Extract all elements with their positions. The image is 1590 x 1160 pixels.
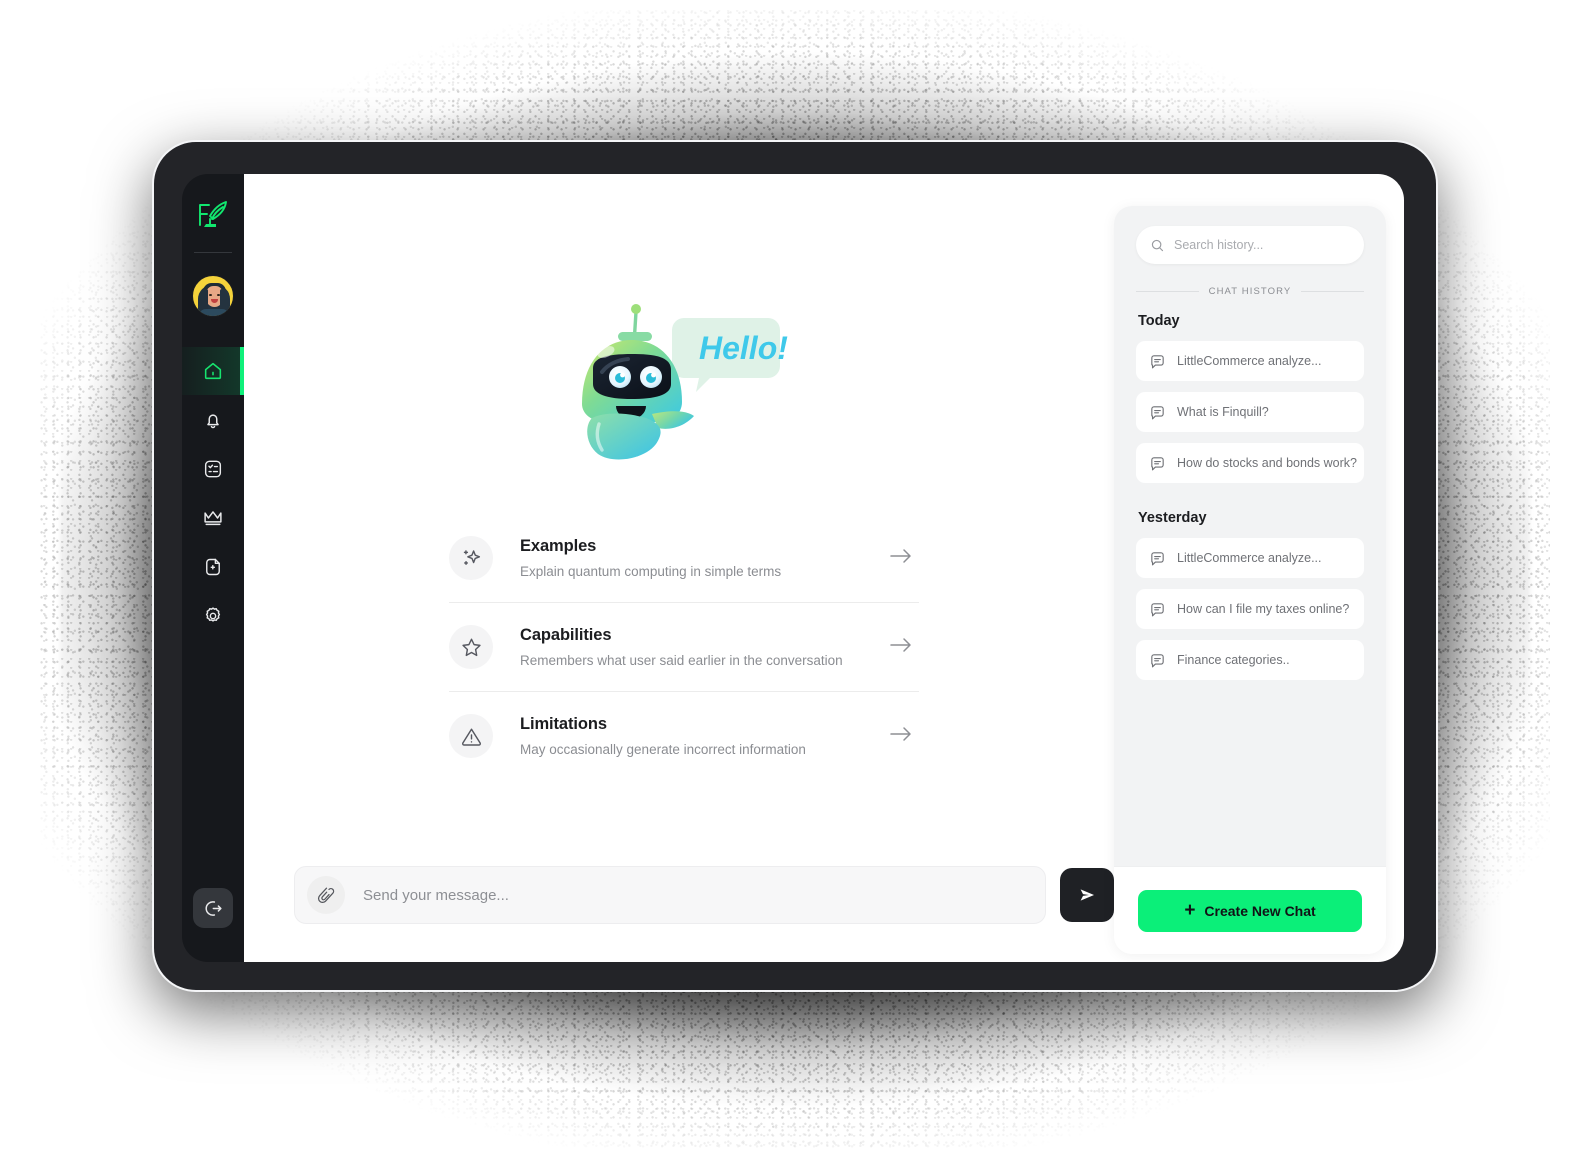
plus-icon: +	[1184, 900, 1196, 921]
divider-label: CHAT HISTORY	[1208, 286, 1292, 297]
composer-field[interactable]	[294, 866, 1046, 924]
tablet-bezel: Hello! Examples Explain quantum computin…	[152, 140, 1438, 992]
create-new-chat-button[interactable]: + Create New Chat	[1138, 889, 1362, 932]
robot-mascot: Hello!	[582, 304, 788, 460]
chat-history-divider: CHAT HISTORY	[1136, 286, 1364, 297]
paperclip-icon	[317, 887, 335, 904]
list-item-label: LittleCommerce analyze...	[1177, 551, 1322, 565]
chat-bubble-icon	[1151, 456, 1164, 470]
list-item-label: How can I file my taxes online?	[1177, 602, 1350, 616]
star-outline-icon	[461, 638, 481, 656]
list-item[interactable]: How do stocks and bonds work?	[1136, 443, 1364, 483]
card-title: Capabilities	[520, 626, 612, 644]
gear-icon	[205, 607, 221, 622]
list-item[interactable]: LittleCommerce analyze...	[1136, 341, 1364, 381]
chat-bubble-icon	[1151, 551, 1164, 565]
chat-bubble-icon	[1151, 602, 1164, 616]
card-body: Limitations May occasionally generate in…	[520, 715, 889, 757]
list-item-label: How do stocks and bonds work?	[1177, 456, 1357, 470]
list-item-label: What is Finquill?	[1177, 405, 1269, 419]
list-item[interactable]: What is Finquill?	[1136, 392, 1364, 432]
file-plus-icon	[206, 558, 220, 576]
sidebar-item-premium[interactable]	[182, 494, 244, 542]
card-title: Examples	[520, 537, 597, 555]
sparkle-icon	[463, 549, 480, 565]
arrow-right-icon	[890, 637, 911, 652]
history-footer: + Create New Chat	[1114, 866, 1386, 954]
arrow-right-icon	[890, 726, 911, 741]
chat-bubble-icon	[1151, 405, 1164, 419]
card-icon-wrapper	[449, 625, 493, 669]
chat-bubble-icon	[1151, 354, 1164, 368]
card-subtitle: Remembers what user said earlier in the …	[520, 653, 843, 668]
sidebar-item-notifications[interactable]	[182, 396, 244, 444]
chat-history-panel: CHAT HISTORY Today LittleCommerce analyz…	[1114, 206, 1386, 954]
crown-icon	[204, 511, 222, 526]
message-input[interactable]	[345, 886, 1045, 904]
card-title: Limitations	[520, 715, 607, 733]
sidebar-item-new-document[interactable]	[182, 543, 244, 591]
hero-illustration: Hello!	[566, 292, 791, 477]
card-subtitle: May occasionally generate incorrect info…	[520, 742, 806, 757]
search-history-box[interactable]	[1136, 226, 1364, 264]
chat-bubble-icon	[1151, 653, 1164, 667]
divider-line-left	[1136, 291, 1199, 292]
card-icon-wrapper	[449, 714, 493, 758]
list-item[interactable]: Finance categories..	[1136, 640, 1364, 680]
list-item-label: Finance categories..	[1177, 653, 1290, 667]
sidebar-divider	[194, 252, 232, 253]
left-sidebar	[182, 174, 244, 962]
send-button[interactable]	[1060, 868, 1114, 922]
home-icon	[204, 362, 222, 380]
sidebar-item-settings[interactable]	[182, 592, 244, 640]
search-input[interactable]	[1165, 238, 1364, 252]
warning-triangle-icon	[461, 727, 481, 746]
list-item[interactable]: LittleCommerce analyze...	[1136, 538, 1364, 578]
logout-button[interactable]	[193, 888, 233, 928]
card-subtitle: Explain quantum computing in simple term…	[520, 564, 782, 579]
card-capabilities[interactable]: Capabilities Remembers what user said ea…	[449, 602, 919, 691]
screenshot-stage: Hello! Examples Explain quantum computin…	[0, 0, 1590, 1160]
quill-pen-logo[interactable]	[191, 196, 235, 236]
history-group-label-today: Today	[1138, 313, 1180, 329]
search-icon	[1151, 239, 1164, 251]
sidebar-item-tasks[interactable]	[182, 445, 244, 493]
card-limitations[interactable]: Limitations May occasionally generate in…	[449, 691, 919, 780]
send-plane-icon	[1080, 889, 1094, 901]
card-examples[interactable]: Examples Explain quantum computing in si…	[449, 514, 919, 602]
sidebar-item-home[interactable]	[182, 347, 244, 395]
bell-icon	[207, 414, 219, 429]
card-arrow-button[interactable]	[889, 725, 913, 748]
card-body: Examples Explain quantum computing in si…	[520, 537, 889, 579]
card-arrow-button[interactable]	[889, 636, 913, 659]
logout-wrapper	[193, 888, 233, 928]
list-item[interactable]: How can I file my taxes online?	[1136, 589, 1364, 629]
create-new-chat-label: Create New Chat	[1204, 902, 1316, 919]
card-arrow-button[interactable]	[889, 547, 913, 570]
checklist-icon	[204, 460, 222, 478]
history-scroll-area[interactable]: CHAT HISTORY Today LittleCommerce analyz…	[1114, 206, 1386, 866]
avatar[interactable]	[192, 275, 234, 317]
chat-main: Hello! Examples Explain quantum computin…	[244, 174, 1404, 962]
card-icon-wrapper	[449, 536, 493, 580]
card-body: Capabilities Remembers what user said ea…	[520, 626, 889, 668]
logout-icon	[204, 900, 222, 916]
bubble-text: Hello!	[699, 330, 788, 366]
attach-button[interactable]	[307, 876, 345, 914]
arrow-right-icon	[890, 548, 911, 563]
message-composer	[294, 866, 1114, 924]
suggestion-cards: Examples Explain quantum computing in si…	[449, 514, 919, 780]
divider-line-right	[1301, 291, 1364, 292]
history-group-label-yesterday: Yesterday	[1138, 510, 1207, 526]
list-item-label: LittleCommerce analyze...	[1177, 354, 1322, 368]
sidebar-nav	[182, 347, 244, 641]
